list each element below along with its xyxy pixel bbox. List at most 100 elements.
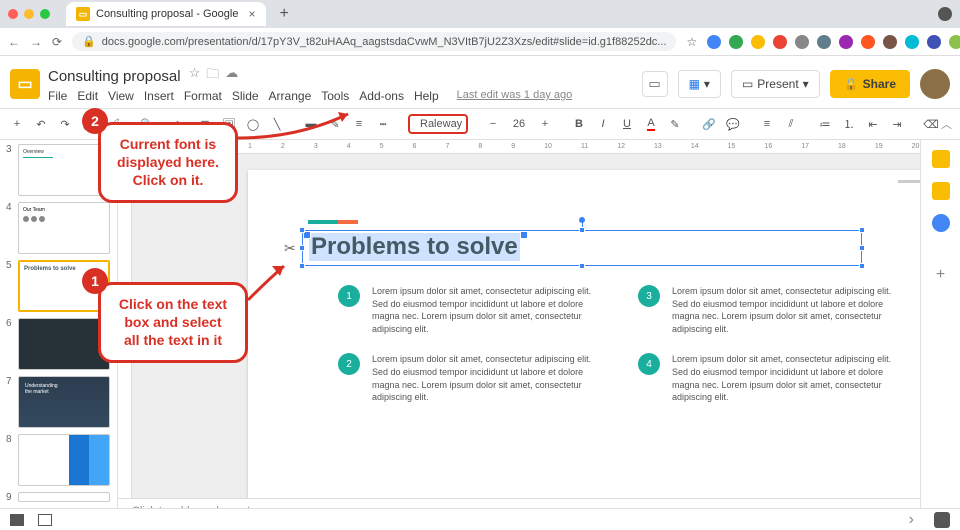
line-spacing-button[interactable]: ⫽	[782, 113, 800, 135]
close-tab-icon[interactable]: ×	[248, 7, 255, 21]
window-controls[interactable]	[8, 9, 50, 19]
doc-title[interactable]: Consulting proposal	[48, 68, 181, 85]
slide-thumb[interactable]	[18, 318, 110, 370]
text-color-button[interactable]: A	[642, 113, 660, 135]
star-icon[interactable]: ☆	[189, 65, 201, 87]
menu-arrange[interactable]: Arrange	[269, 89, 312, 103]
collapse-toolbar-icon[interactable]: ︿	[941, 116, 952, 132]
filmstrip-view-icon[interactable]	[10, 514, 24, 526]
rotate-handle[interactable]	[579, 217, 585, 223]
back-icon[interactable]: ←	[8, 35, 20, 49]
menu-file[interactable]: File	[48, 89, 67, 103]
ext-icon[interactable]	[773, 35, 787, 49]
ext-icon[interactable]	[817, 35, 831, 49]
tasks-icon[interactable]	[932, 214, 950, 232]
increase-font-button[interactable]: +	[536, 113, 554, 135]
chevron-right-icon[interactable]: ›	[909, 511, 914, 529]
ext-icon[interactable]	[949, 35, 960, 49]
problem-item[interactable]: 1Lorem ipsum dolor sit amet, consectetur…	[338, 285, 598, 335]
url-input[interactable]: 🔒 docs.google.com/presentation/d/17pY3V_…	[72, 32, 676, 51]
resize-handle[interactable]	[579, 227, 585, 233]
font-selector[interactable]: Raleway	[408, 114, 468, 134]
menu-view[interactable]: View	[108, 89, 134, 103]
title-textbox-selected[interactable]: Problems to solve	[302, 230, 862, 266]
calendar-icon[interactable]	[932, 150, 950, 168]
link-button[interactable]: 🔗	[700, 113, 718, 135]
close-window-icon[interactable]	[8, 9, 18, 19]
numbered-list-button[interactable]: ⒈	[840, 113, 858, 135]
slide-thumb[interactable]: Overview	[18, 144, 110, 196]
list-button[interactable]: ≔	[816, 113, 834, 135]
slide-thumb[interactable]: Understandingthe market	[18, 376, 110, 428]
ext-icon[interactable]	[729, 35, 743, 49]
undo-button[interactable]: ↶	[32, 113, 50, 135]
underline-button[interactable]: U	[618, 113, 636, 135]
resize-handle[interactable]	[859, 263, 865, 269]
slideshow-dropdown[interactable]: ▦ ▾	[678, 70, 721, 98]
ext-icon[interactable]	[795, 35, 809, 49]
resize-handle[interactable]	[859, 227, 865, 233]
ext-icon[interactable]	[905, 35, 919, 49]
explore-button[interactable]	[934, 512, 950, 528]
ext-icon[interactable]	[707, 35, 721, 49]
problem-item[interactable]: 2Lorem ipsum dolor sit amet, consectetur…	[338, 353, 598, 403]
resize-handle[interactable]	[579, 263, 585, 269]
add-on-icon[interactable]: +	[936, 266, 945, 284]
reload-icon[interactable]: ⟳	[52, 35, 62, 49]
keep-icon[interactable]	[932, 182, 950, 200]
format-options-button[interactable]: Format options	[956, 112, 960, 136]
comments-button[interactable]: ▭	[642, 71, 668, 97]
border-dash-button[interactable]: ┅	[374, 113, 392, 135]
resize-handle[interactable]	[299, 245, 305, 251]
decrease-font-button[interactable]: −	[484, 113, 502, 135]
resize-handle[interactable]	[299, 227, 305, 233]
browser-tab[interactable]: ▭ Consulting proposal - Google ×	[66, 2, 266, 26]
comment-button[interactable]: 💬	[724, 113, 742, 135]
clear-format-button[interactable]: ⌫	[922, 113, 940, 135]
font-size-input[interactable]: 26	[508, 118, 530, 130]
menu-addons[interactable]: Add-ons	[359, 89, 404, 103]
highlight-button[interactable]: ✎	[666, 113, 684, 135]
menu-help[interactable]: Help	[414, 89, 439, 103]
crop-icon[interactable]: ✂	[284, 240, 296, 257]
slides-logo-icon[interactable]: ▭	[10, 69, 40, 99]
ext-icon[interactable]	[861, 35, 875, 49]
ext-icon[interactable]	[927, 35, 941, 49]
maximize-window-icon[interactable]	[40, 9, 50, 19]
menu-format[interactable]: Format	[184, 89, 222, 103]
new-tab-button[interactable]: +	[280, 5, 289, 23]
ext-icon[interactable]	[751, 35, 765, 49]
problem-item[interactable]: 4Lorem ipsum dolor sit amet, consectetur…	[638, 353, 898, 403]
present-button[interactable]: ▭ Present ▾	[731, 70, 820, 98]
slide-title-text[interactable]: Problems to solve	[309, 233, 520, 261]
share-url-icon[interactable]: ☆	[686, 35, 697, 49]
ext-icon[interactable]	[839, 35, 853, 49]
share-button[interactable]: 🔒 Share	[830, 70, 910, 98]
last-edit-link[interactable]: Last edit was 1 day ago	[457, 89, 573, 103]
menu-slide[interactable]: Slide	[232, 89, 259, 103]
redo-button[interactable]: ↷	[56, 113, 74, 135]
cloud-status-icon[interactable]: ☁	[225, 65, 238, 87]
problem-item[interactable]: 3Lorem ipsum dolor sit amet, consectetur…	[638, 285, 898, 335]
slide-menu-icon[interactable]	[898, 180, 920, 183]
slide-canvas[interactable]: ✂ Problems to solve 1Lorem ipsum dolor s…	[248, 170, 920, 520]
decrease-indent-button[interactable]: ⇤	[864, 113, 882, 135]
increase-indent-button[interactable]: ⇥	[888, 113, 906, 135]
menu-tools[interactable]: Tools	[321, 89, 349, 103]
new-slide-button[interactable]: +	[8, 113, 26, 135]
grid-view-icon[interactable]	[38, 514, 52, 526]
slide-thumb[interactable]	[18, 492, 110, 502]
italic-button[interactable]: I	[594, 113, 612, 135]
forward-icon[interactable]: →	[30, 35, 42, 49]
ext-icon[interactable]	[883, 35, 897, 49]
minimize-window-icon[interactable]	[24, 9, 34, 19]
slide-thumb[interactable]: Our Team	[18, 202, 110, 254]
resize-handle[interactable]	[859, 245, 865, 251]
resize-handle[interactable]	[299, 263, 305, 269]
align-button[interactable]: ≡	[758, 113, 776, 135]
bold-button[interactable]: B	[570, 113, 588, 135]
profile-dot-icon[interactable]	[938, 7, 952, 21]
move-icon[interactable]: 🗀	[206, 65, 219, 87]
slide-thumb[interactable]	[18, 434, 110, 486]
user-avatar[interactable]	[920, 69, 950, 99]
